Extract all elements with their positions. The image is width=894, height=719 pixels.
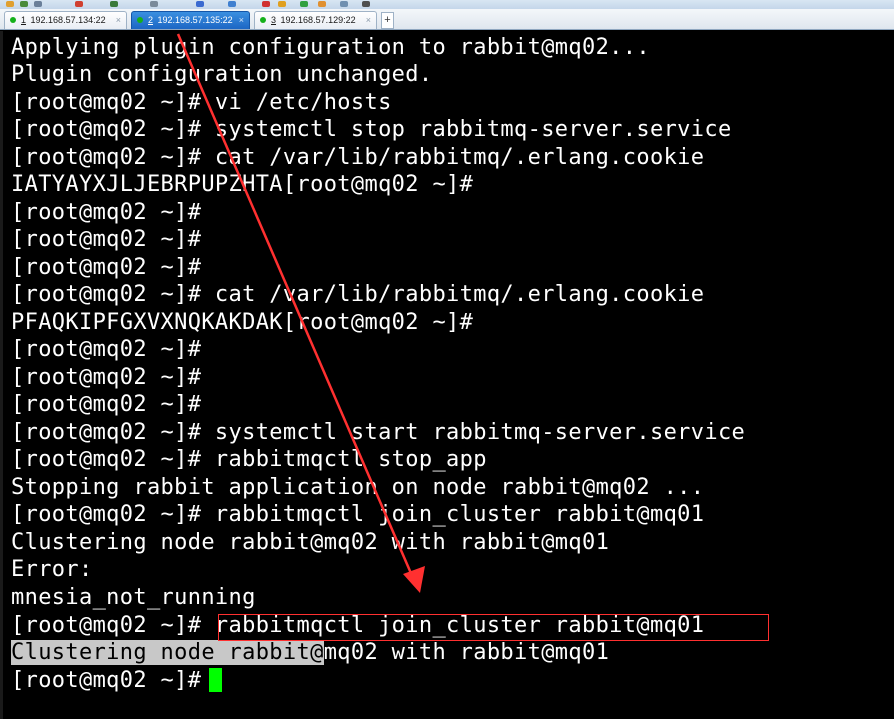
- arrow-head-icon: [403, 566, 425, 593]
- arrow-line: [176, 33, 415, 579]
- annotation-arrow: [176, 33, 425, 593]
